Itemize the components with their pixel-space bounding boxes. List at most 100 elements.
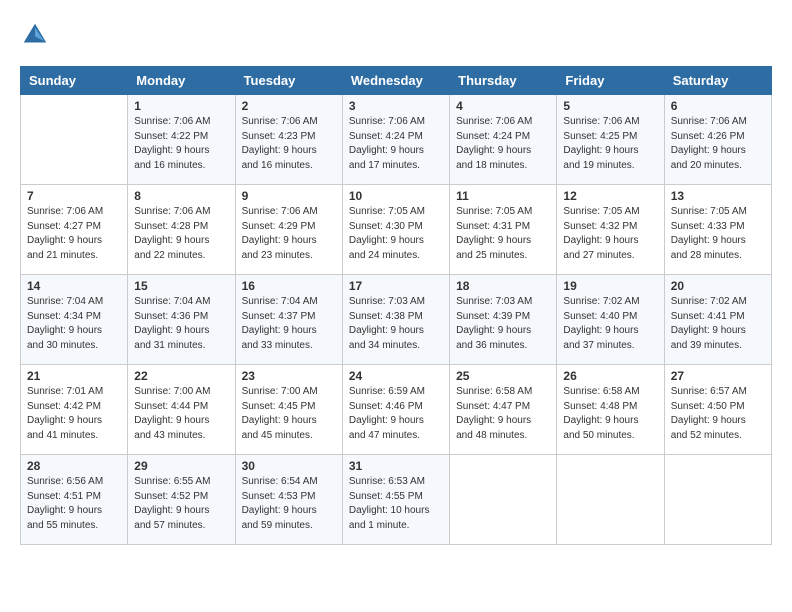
day-info: Sunrise: 7:06 AMSunset: 4:29 PMDaylight:… [242,205,336,263]
calendar-cell: 22 Sunrise: 7:00 AMSunset: 4:44 PMDayligh… [128,365,235,455]
day-info: Sunrise: 6:57 AMSunset: 4:50 PMDaylight:… [671,385,765,443]
day-info: Sunrise: 7:06 AMSunset: 4:26 PMDaylight:… [671,115,765,173]
calendar-cell: 15 Sunrise: 7:04 AMSunset: 4:36 PMDayligh… [128,275,235,365]
page-header [20,20,772,50]
day-number: 18 [456,279,550,293]
day-info: Sunrise: 6:53 AMSunset: 4:55 PMDaylight:… [349,475,443,533]
calendar-cell: 24Sunrise: 6:59 AMSunset: 4:46 PMDayligh… [342,365,449,455]
calendar-cell: 27 Sunrise: 6:57 AMSunset: 4:50 PMDayligh… [664,365,771,455]
calendar-cell: 10 Sunrise: 7:05 AMSunset: 4:30 PMDayligh… [342,185,449,275]
day-number: 7 [27,189,121,203]
day-number: 3 [349,99,443,113]
day-number: 26 [563,369,657,383]
calendar-cell: 3 Sunrise: 7:06 AMSunset: 4:24 PMDaylight… [342,95,449,185]
day-info: Sunrise: 7:06 AMSunset: 4:23 PMDaylight:… [242,115,336,173]
column-header-sunday: Sunday [21,67,128,95]
day-info: Sunrise: 7:06 AMSunset: 4:24 PMDaylight:… [349,115,443,173]
column-header-monday: Monday [128,67,235,95]
calendar-cell: 6 Sunrise: 7:06 AMSunset: 4:26 PMDaylight… [664,95,771,185]
calendar-cell: 19 Sunrise: 7:02 AMSunset: 4:40 PMDayligh… [557,275,664,365]
day-info: Sunrise: 6:54 AMSunset: 4:53 PMDaylight:… [242,475,336,533]
day-number: 31 [349,459,443,473]
day-number: 4 [456,99,550,113]
calendar-cell: 23Sunrise: 7:00 AMSunset: 4:45 PMDayligh… [235,365,342,455]
column-header-saturday: Saturday [664,67,771,95]
day-number: 14 [27,279,121,293]
calendar-cell: 4 Sunrise: 7:06 AMSunset: 4:24 PMDaylight… [450,95,557,185]
calendar-cell: 31 Sunrise: 6:53 AMSunset: 4:55 PMDayligh… [342,455,449,545]
calendar-cell: 30 Sunrise: 6:54 AMSunset: 4:53 PMDayligh… [235,455,342,545]
day-number: 2 [242,99,336,113]
column-header-tuesday: Tuesday [235,67,342,95]
day-info: Sunrise: 7:02 AMSunset: 4:40 PMDaylight:… [563,295,657,353]
calendar-week-row: 28 Sunrise: 6:56 AMSunset: 4:51 PMDayligh… [21,455,772,545]
calendar-cell: 12 Sunrise: 7:05 AMSunset: 4:32 PMDayligh… [557,185,664,275]
column-header-friday: Friday [557,67,664,95]
day-info: Sunrise: 7:04 AMSunset: 4:37 PMDaylight:… [242,295,336,353]
calendar-cell [664,455,771,545]
day-info: Sunrise: 6:55 AMSunset: 4:52 PMDaylight:… [134,475,228,533]
day-info: Sunrise: 7:06 AMSunset: 4:27 PMDaylight:… [27,205,121,263]
calendar-cell [557,455,664,545]
logo-icon [20,20,50,50]
calendar-cell: 25 Sunrise: 6:58 AMSunset: 4:47 PMDayligh… [450,365,557,455]
calendar-cell: 2 Sunrise: 7:06 AMSunset: 4:23 PMDaylight… [235,95,342,185]
calendar-cell: 7 Sunrise: 7:06 AMSunset: 4:27 PMDaylight… [21,185,128,275]
day-number: 20 [671,279,765,293]
day-number: 19 [563,279,657,293]
calendar-week-row: 21Sunrise: 7:01 AMSunset: 4:42 PMDayligh… [21,365,772,455]
calendar-cell: 8 Sunrise: 7:06 AMSunset: 4:28 PMDaylight… [128,185,235,275]
day-number: 17 [349,279,443,293]
day-info: Sunrise: 6:58 AMSunset: 4:47 PMDaylight:… [456,385,550,443]
calendar-header-row: SundayMondayTuesdayWednesdayThursdayFrid… [21,67,772,95]
calendar-cell: 16Sunrise: 7:04 AMSunset: 4:37 PMDayligh… [235,275,342,365]
calendar-cell: 18Sunrise: 7:03 AMSunset: 4:39 PMDayligh… [450,275,557,365]
day-number: 24 [349,369,443,383]
day-number: 1 [134,99,228,113]
day-info: Sunrise: 7:03 AMSunset: 4:38 PMDaylight:… [349,295,443,353]
day-number: 30 [242,459,336,473]
calendar-cell: 13Sunrise: 7:05 AMSunset: 4:33 PMDayligh… [664,185,771,275]
day-info: Sunrise: 7:04 AMSunset: 4:36 PMDaylight:… [134,295,228,353]
day-info: Sunrise: 7:06 AMSunset: 4:25 PMDaylight:… [563,115,657,173]
calendar-cell: 9 Sunrise: 7:06 AMSunset: 4:29 PMDaylight… [235,185,342,275]
day-info: Sunrise: 7:05 AMSunset: 4:30 PMDaylight:… [349,205,443,263]
day-number: 27 [671,369,765,383]
calendar-week-row: 14 Sunrise: 7:04 AMSunset: 4:34 PMDayligh… [21,275,772,365]
calendar-body: 1 Sunrise: 7:06 AMSunset: 4:22 PMDaylight… [21,95,772,545]
calendar-cell [450,455,557,545]
day-info: Sunrise: 6:56 AMSunset: 4:51 PMDaylight:… [27,475,121,533]
day-info: Sunrise: 7:06 AMSunset: 4:22 PMDaylight:… [134,115,228,173]
day-number: 12 [563,189,657,203]
day-number: 15 [134,279,228,293]
day-info: Sunrise: 7:06 AMSunset: 4:28 PMDaylight:… [134,205,228,263]
day-info: Sunrise: 7:02 AMSunset: 4:41 PMDaylight:… [671,295,765,353]
calendar-cell: 17 Sunrise: 7:03 AMSunset: 4:38 PMDayligh… [342,275,449,365]
calendar-week-row: 1 Sunrise: 7:06 AMSunset: 4:22 PMDaylight… [21,95,772,185]
day-info: Sunrise: 7:01 AMSunset: 4:42 PMDaylight:… [27,385,121,443]
calendar-week-row: 7 Sunrise: 7:06 AMSunset: 4:27 PMDaylight… [21,185,772,275]
day-number: 8 [134,189,228,203]
day-number: 25 [456,369,550,383]
day-number: 10 [349,189,443,203]
calendar-table: SundayMondayTuesdayWednesdayThursdayFrid… [20,66,772,545]
day-number: 11 [456,189,550,203]
day-info: Sunrise: 7:05 AMSunset: 4:33 PMDaylight:… [671,205,765,263]
column-header-wednesday: Wednesday [342,67,449,95]
day-info: Sunrise: 7:05 AMSunset: 4:32 PMDaylight:… [563,205,657,263]
day-number: 5 [563,99,657,113]
day-number: 9 [242,189,336,203]
day-info: Sunrise: 7:04 AMSunset: 4:34 PMDaylight:… [27,295,121,353]
day-number: 22 [134,369,228,383]
day-info: Sunrise: 7:06 AMSunset: 4:24 PMDaylight:… [456,115,550,173]
day-number: 28 [27,459,121,473]
calendar-cell: 28 Sunrise: 6:56 AMSunset: 4:51 PMDayligh… [21,455,128,545]
day-number: 29 [134,459,228,473]
calendar-cell: 11Sunrise: 7:05 AMSunset: 4:31 PMDayligh… [450,185,557,275]
day-info: Sunrise: 6:58 AMSunset: 4:48 PMDaylight:… [563,385,657,443]
day-info: Sunrise: 7:00 AMSunset: 4:45 PMDaylight:… [242,385,336,443]
calendar-cell: 5 Sunrise: 7:06 AMSunset: 4:25 PMDaylight… [557,95,664,185]
logo [20,20,54,50]
day-info: Sunrise: 7:00 AMSunset: 4:44 PMDaylight:… [134,385,228,443]
day-number: 6 [671,99,765,113]
